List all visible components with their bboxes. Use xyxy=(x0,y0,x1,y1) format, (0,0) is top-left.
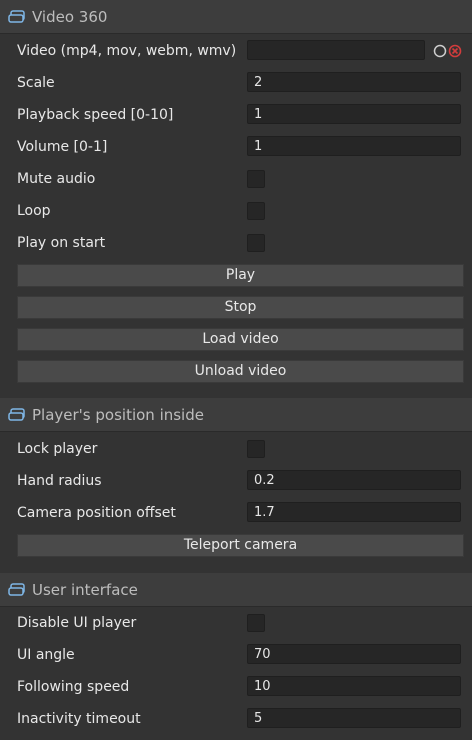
component-icon xyxy=(8,407,25,421)
component-icon xyxy=(8,9,25,23)
lock-player-label: Lock player xyxy=(17,441,98,457)
row-volume: Volume [0-1] 1 xyxy=(0,131,472,163)
component-icon xyxy=(8,582,25,596)
load-video-button[interactable]: Load video xyxy=(17,328,464,351)
following-speed-label: Following speed xyxy=(17,679,130,695)
disable-ui-player-checkbox[interactable] xyxy=(247,614,265,632)
following-speed-field[interactable]: 10 xyxy=(247,676,461,696)
loop-checkbox[interactable] xyxy=(247,202,265,220)
video-file-label: Video (mp4, mov, webm, wmv) xyxy=(17,43,237,59)
object-picker-icon[interactable] xyxy=(433,44,447,58)
hand-radius-field[interactable]: 0.2 xyxy=(247,470,461,490)
camera-position-offset-field[interactable]: 1.7 xyxy=(247,502,461,522)
disable-ui-player-label: Disable UI player xyxy=(17,615,137,631)
clear-icon[interactable] xyxy=(448,44,462,58)
mute-audio-label: Mute audio xyxy=(17,171,96,187)
play-on-start-label: Play on start xyxy=(17,235,106,251)
unload-video-button[interactable]: Unload video xyxy=(17,360,464,383)
playback-speed-field[interactable]: 1 xyxy=(247,104,461,124)
properties-panel: Video 360 Video (mp4, mov, webm, wmv) Sc… xyxy=(0,0,472,740)
volume-label: Volume [0-1] xyxy=(17,139,108,155)
volume-field[interactable]: 1 xyxy=(247,136,461,156)
mute-audio-checkbox[interactable] xyxy=(247,170,265,188)
section-title: Video 360 xyxy=(32,7,108,26)
play-on-start-checkbox[interactable] xyxy=(247,234,265,252)
section-header-user-interface[interactable]: User interface xyxy=(0,573,472,607)
row-hand-radius: Hand radius 0.2 xyxy=(0,465,472,497)
section-title: Player's position inside xyxy=(32,405,204,424)
teleport-camera-button[interactable]: Teleport camera xyxy=(17,534,464,557)
row-scale: Scale 2 xyxy=(0,67,472,99)
lock-player-checkbox[interactable] xyxy=(247,440,265,458)
row-inactivity-timeout: Inactivity timeout 5 xyxy=(0,703,472,735)
scale-label: Scale xyxy=(17,75,55,91)
row-playback-speed: Playback speed [0-10] 1 xyxy=(0,99,472,131)
video-file-field[interactable] xyxy=(247,40,425,60)
row-ui-angle: UI angle 70 xyxy=(0,639,472,671)
row-video-file: Video (mp4, mov, webm, wmv) xyxy=(0,35,472,67)
scale-field[interactable]: 2 xyxy=(247,72,461,92)
row-following-speed: Following speed 10 xyxy=(0,671,472,703)
row-mute-audio: Mute audio xyxy=(0,163,472,195)
play-button[interactable]: Play xyxy=(17,264,464,287)
inactivity-timeout-label: Inactivity timeout xyxy=(17,711,141,727)
playback-speed-label: Playback speed [0-10] xyxy=(17,107,174,123)
row-camera-position-offset: Camera position offset 1.7 xyxy=(0,497,472,529)
hand-radius-label: Hand radius xyxy=(17,473,102,489)
ui-angle-label: UI angle xyxy=(17,647,75,663)
stop-button[interactable]: Stop xyxy=(17,296,464,319)
section-title: User interface xyxy=(32,580,138,599)
section-header-video-360[interactable]: Video 360 xyxy=(0,0,472,34)
inactivity-timeout-field[interactable]: 5 xyxy=(247,708,461,728)
section-header-player-position[interactable]: Player's position inside xyxy=(0,398,472,432)
row-play-on-start: Play on start xyxy=(0,227,472,259)
row-disable-ui-player: Disable UI player xyxy=(0,607,472,639)
loop-label: Loop xyxy=(17,203,51,219)
row-loop: Loop xyxy=(0,195,472,227)
ui-angle-field[interactable]: 70 xyxy=(247,644,461,664)
row-lock-player: Lock player xyxy=(0,433,472,465)
camera-position-offset-label: Camera position offset xyxy=(17,505,176,521)
